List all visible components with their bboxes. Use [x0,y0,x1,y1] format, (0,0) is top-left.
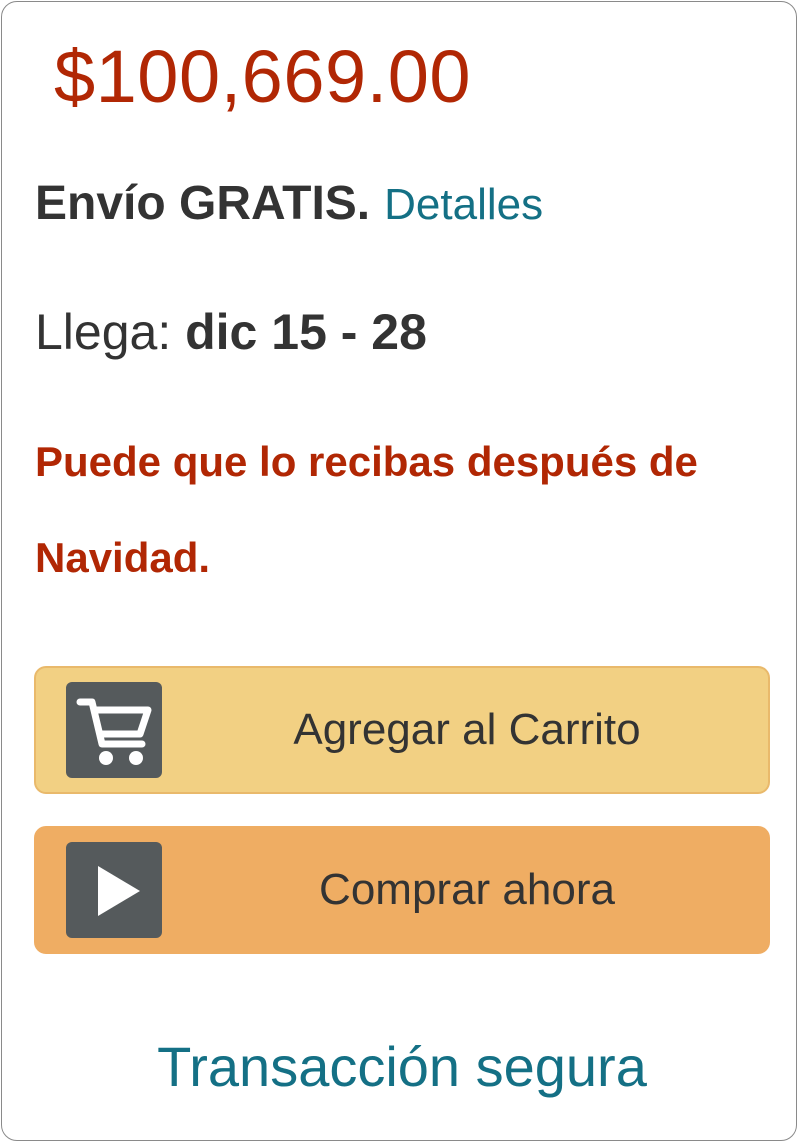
add-to-cart-label: Agregar al Carrito [293,705,641,754]
buy-now-label: Comprar ahora [319,865,615,914]
cart-icon [66,682,162,778]
buy-box-card: $100,669.00 Envío GRATIS. Detalles Llega:… [1,1,797,1141]
shipping-info: Envío GRATIS. Detalles [35,172,543,237]
late-delivery-warning: Puede que lo recibas después de Navidad. [35,438,698,581]
free-shipping-text: Envío GRATIS. [35,177,371,230]
arrival-date-range: dic 15 - 28 [185,304,427,360]
buy-now-button[interactable]: Comprar ahora [34,826,770,954]
secure-transaction-link[interactable]: Transacción segura [2,1032,800,1102]
delivery-estimate: Llega: dic 15 - 28 [35,300,427,364]
play-icon [66,842,162,938]
add-to-cart-button[interactable]: Agregar al Carrito [34,666,770,794]
shipping-details-link[interactable]: Detalles [384,180,543,229]
product-price: $100,669.00 [54,35,472,118]
arrival-label: Llega: [35,304,186,360]
